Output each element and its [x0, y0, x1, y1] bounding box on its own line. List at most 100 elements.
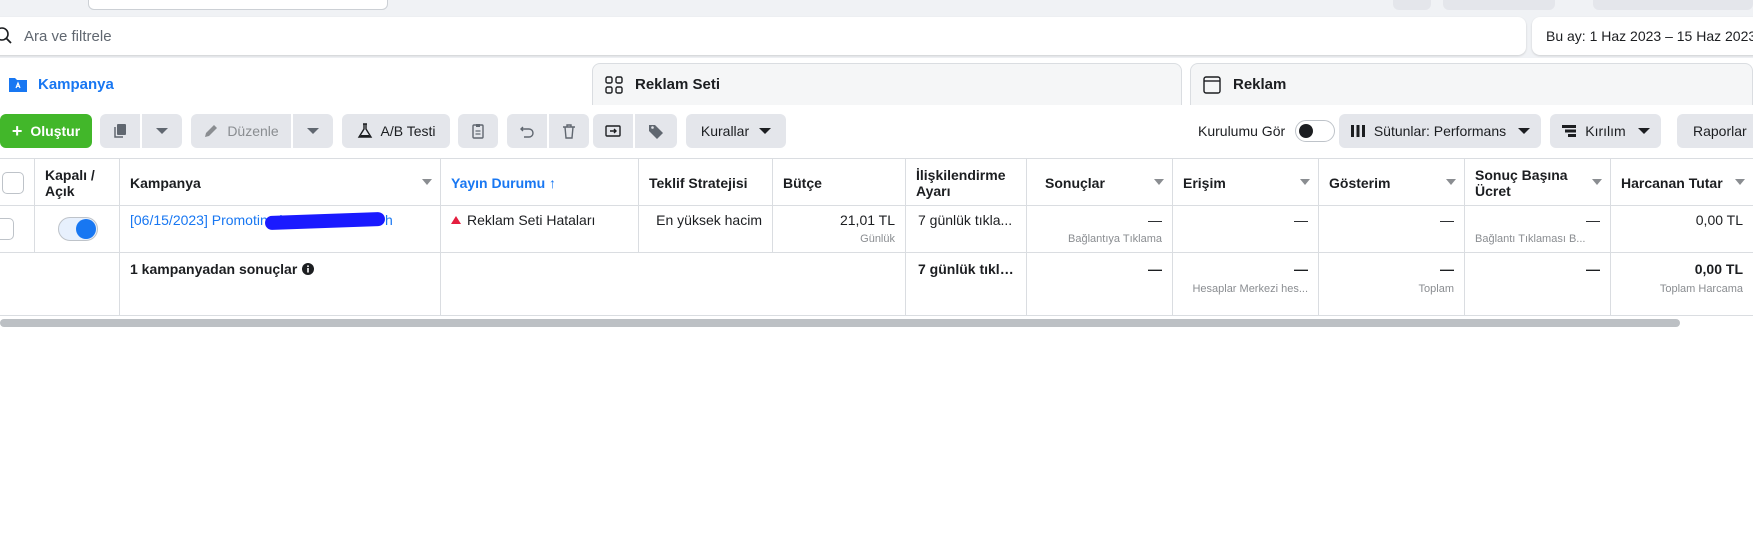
setup-toggle[interactable]: [1295, 120, 1336, 142]
delivery-status[interactable]: Reklam Seti Hataları: [467, 212, 595, 228]
summary-row: 1 kampanyadan sonuçlar 7 günlük tıkla...…: [0, 253, 1753, 316]
row-checkbox[interactable]: [0, 218, 14, 240]
campaign-toggle[interactable]: [58, 217, 98, 241]
table-header-row: Kapalı / Açık Kampanya Yayın Durumu ↑ Te…: [0, 158, 1753, 206]
attribution-value: 7 günlük tıkla...: [918, 212, 1013, 228]
plus-icon: +: [11, 120, 23, 141]
sort-caret-icon: [1300, 179, 1310, 185]
tab-label: Reklam: [1233, 76, 1287, 93]
flask-icon: [357, 123, 372, 138]
sort-caret-icon: [1446, 179, 1456, 185]
grid-icon: [605, 75, 623, 94]
clipboard-button[interactable]: [458, 114, 498, 148]
chevron-down-icon: [1518, 128, 1531, 134]
duplicate-button[interactable]: [100, 114, 140, 148]
header-bid-strategy[interactable]: Teklif Stratejisi: [639, 159, 773, 206]
search-bar[interactable]: [0, 17, 1526, 55]
pencil-icon: [205, 125, 218, 137]
top-action-button[interactable]: [1593, 0, 1753, 10]
summary-attribution-cell: 7 günlük tıkla...: [906, 253, 1027, 315]
export-icon: [605, 125, 621, 137]
search-input[interactable]: [24, 25, 1424, 47]
tab-ad[interactable]: Reklam: [1190, 63, 1753, 105]
header-campaign[interactable]: Kampanya: [120, 159, 441, 206]
header-reach[interactable]: Erişim: [1173, 159, 1319, 206]
spent-value: 0,00 TL: [1695, 212, 1743, 228]
edit-button[interactable]: Düzenle: [191, 114, 291, 148]
reach-value: —: [1294, 212, 1308, 228]
cpr-cell: — Bağlantı Tıklaması B...: [1465, 206, 1611, 252]
setup-toggle-group: Kurulumu Gör: [1198, 114, 1336, 148]
horizontal-scrollbar[interactable]: [0, 319, 1680, 327]
tab-label: Reklam Seti: [635, 76, 721, 93]
delivery-cell: Reklam Seti Hataları: [441, 206, 639, 252]
sort-caret-icon: [1735, 179, 1745, 185]
onoff-cell: [35, 206, 120, 252]
select-all-checkbox[interactable]: [2, 171, 24, 194]
undo-icon: [520, 126, 534, 138]
account-selector[interactable]: [88, 0, 388, 10]
toolbar: + Oluştur Düzenle A/B Testi Kurallar Kur…: [0, 105, 1753, 159]
columns-button[interactable]: Sütunlar: Performans: [1339, 114, 1541, 148]
header-cost-per-result[interactable]: Sonuç Başına Ücret: [1465, 159, 1611, 206]
table-row[interactable]: [06/15/2023] Promoting htt h Reklam Seti …: [0, 206, 1753, 253]
toggle-knob: [76, 219, 96, 239]
breakdown-icon: [1562, 125, 1577, 137]
date-range-button[interactable]: Bu ay: 1 Haz 2023 – 15 Haz 2023: [1532, 17, 1753, 55]
clipboard-icon: [472, 124, 484, 139]
bid-strategy-value: En yüksek hacim: [656, 212, 762, 228]
edit-dropdown[interactable]: [293, 114, 333, 148]
summary-spent-cell: 0,00 TL Toplam Harcama: [1611, 253, 1753, 315]
export-button[interactable]: [593, 114, 633, 148]
tab-ad-set[interactable]: Reklam Seti: [592, 63, 1182, 105]
header-campaign-label: Kampanya: [130, 174, 201, 191]
results-value: —: [1148, 212, 1162, 228]
top-action-button[interactable]: [1393, 0, 1431, 10]
spent-cell: 0,00 TL: [1611, 206, 1753, 252]
summary-impressions-note: Toplam: [1418, 283, 1454, 295]
tag-button[interactable]: [635, 114, 677, 148]
campaign-name-cell: [06/15/2023] Promoting htt h: [120, 206, 441, 252]
header-onoff[interactable]: Kapalı / Açık: [35, 159, 120, 206]
select-all-cell: [0, 159, 35, 206]
summary-attribution-value: 7 günlük tıkla...: [918, 261, 1016, 277]
row-select-cell: [0, 206, 35, 252]
header-cpr-label: Sonuç Başına Ücret: [1475, 166, 1568, 199]
columns-icon: [1350, 125, 1365, 137]
header-reach-label: Erişim: [1183, 174, 1226, 191]
undo-button[interactable]: [507, 114, 547, 148]
sort-caret-icon: [422, 179, 432, 185]
header-budget[interactable]: Bütçe: [773, 159, 906, 206]
summary-reach-cell: — Hesaplar Merkezi hes...: [1173, 253, 1319, 315]
redaction-scribble: [264, 212, 386, 231]
chevron-down-icon: [307, 128, 319, 134]
create-button[interactable]: + Oluştur: [0, 114, 92, 148]
header-attribution[interactable]: İlişkilendirme Ayarı: [906, 159, 1027, 206]
setup-label: Kurulumu Gör: [1198, 123, 1286, 139]
folder-icon: [9, 78, 27, 92]
cpr-type: Bağlantı Tıklaması B...: [1475, 233, 1586, 245]
summary-impressions-value: —: [1440, 261, 1454, 277]
top-action-button[interactable]: [1443, 0, 1555, 10]
info-icon[interactable]: [302, 263, 315, 275]
results-cell: — Bağlantıya Tıklama: [1027, 206, 1173, 252]
rules-button[interactable]: Kurallar: [686, 114, 786, 148]
tab-campaign[interactable]: Kampanya: [0, 63, 584, 105]
header-delivery[interactable]: Yayın Durumu ↑: [441, 159, 639, 206]
campaign-table: Kapalı / Açık Kampanya Yayın Durumu ↑ Te…: [0, 158, 1753, 318]
budget-value[interactable]: 21,01 TL: [783, 212, 895, 228]
header-impressions[interactable]: Gösterim: [1319, 159, 1465, 206]
tab-label: Kampanya: [38, 75, 114, 93]
header-results[interactable]: Sonuçlar: [1027, 159, 1173, 206]
header-amount-spent[interactable]: Harcanan Tutar: [1611, 159, 1753, 206]
summary-label-cell: 1 kampanyadan sonuçlar: [120, 253, 441, 315]
columns-label: Sütunlar: Performans: [1373, 123, 1507, 139]
reports-button[interactable]: Raporlar: [1677, 114, 1753, 148]
ab-test-button[interactable]: A/B Testi: [342, 114, 450, 148]
duplicate-dropdown[interactable]: [142, 114, 182, 148]
attribution-cell: 7 günlük tıkla...: [906, 206, 1027, 252]
campaign-link[interactable]: [06/15/2023] Promoting htt h: [130, 212, 430, 231]
trash-icon: [563, 124, 575, 139]
delete-button[interactable]: [549, 114, 589, 148]
breakdown-button[interactable]: Kırılım: [1550, 114, 1661, 148]
